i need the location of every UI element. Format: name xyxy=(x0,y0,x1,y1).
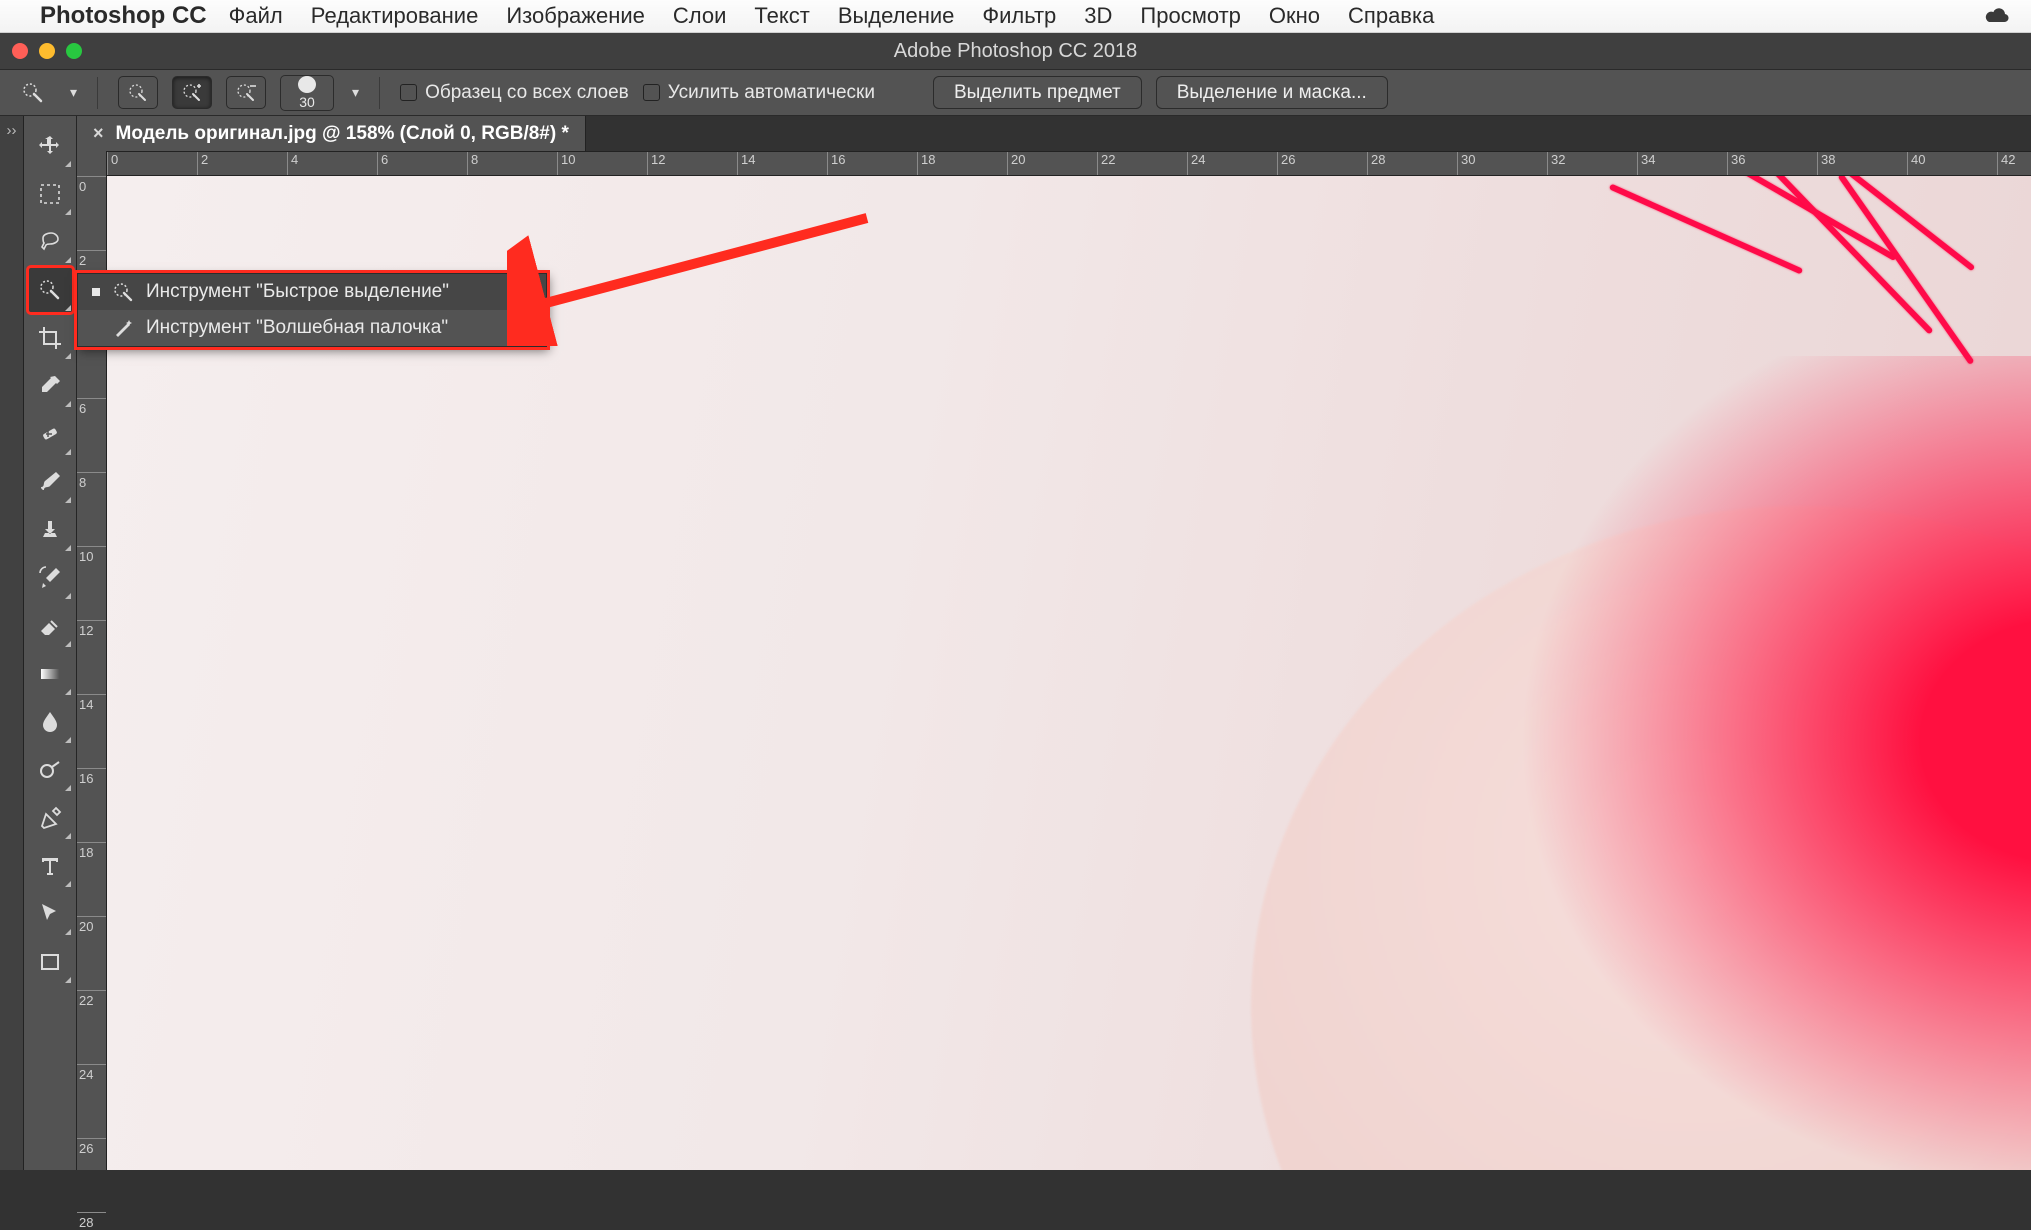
toolbox xyxy=(24,116,77,1170)
flyout-item-shortcut: W xyxy=(514,317,532,339)
app-name[interactable]: Photoshop CC xyxy=(40,2,207,30)
divider xyxy=(379,77,380,109)
healing-brush-tool[interactable] xyxy=(27,410,74,458)
quick-selection-tool[interactable] xyxy=(27,266,74,314)
checkbox-icon xyxy=(400,84,417,101)
document-tabs: × Модель оригинал.jpg @ 158% (Слой 0, RG… xyxy=(77,116,2031,151)
document-area: × Модель оригинал.jpg @ 158% (Слой 0, RG… xyxy=(77,116,2031,1170)
eraser-tool[interactable] xyxy=(27,602,74,650)
horizontal-ruler[interactable]: 024681012141618202224262830323436384042 xyxy=(107,151,2031,176)
flyout-item-quick-selection[interactable]: Инструмент "Быстрое выделение" W xyxy=(78,274,546,310)
menu-window[interactable]: Окно xyxy=(1269,3,1320,29)
window-minimize-button[interactable] xyxy=(39,43,55,59)
flyout-item-label: Инструмент "Волшебная палочка" xyxy=(146,317,448,339)
menu-edit[interactable]: Редактирование xyxy=(311,3,479,29)
menu-image[interactable]: Изображение xyxy=(506,3,645,29)
crop-tool[interactable] xyxy=(27,314,74,362)
blur-tool[interactable] xyxy=(27,698,74,746)
window-title: Adobe Photoshop CC 2018 xyxy=(894,40,1138,63)
pen-tool[interactable] xyxy=(27,794,74,842)
flyout-item-shortcut: W xyxy=(514,281,532,303)
auto-enhance-label: Усилить автоматически xyxy=(668,82,875,104)
eyedropper-tool[interactable] xyxy=(27,362,74,410)
collapsed-panel-tab[interactable]: ›› xyxy=(0,116,24,1170)
move-tool[interactable] xyxy=(27,122,74,170)
selection-new-button[interactable] xyxy=(118,76,158,109)
document-tab-title: Модель оригинал.jpg @ 158% (Слой 0, RGB/… xyxy=(116,123,569,145)
brush-preview-icon xyxy=(298,76,316,93)
sample-all-layers-label: Образец со всех слоев xyxy=(425,82,629,104)
mac-menubar: Photoshop CC Файл Редактирование Изображ… xyxy=(0,0,2031,33)
menu-view[interactable]: Просмотр xyxy=(1140,3,1240,29)
select-subject-button[interactable]: Выделить предмет xyxy=(933,76,1142,109)
rectangle-tool[interactable] xyxy=(27,938,74,986)
selection-subtract-button[interactable] xyxy=(226,76,266,109)
flyout-item-magic-wand[interactable]: Инструмент "Волшебная палочка" W xyxy=(78,310,546,346)
lasso-tool[interactable] xyxy=(27,218,74,266)
menu-type[interactable]: Текст xyxy=(754,3,809,29)
brush-dropdown-icon[interactable]: ▾ xyxy=(352,84,359,101)
clone-stamp-tool[interactable] xyxy=(27,506,74,554)
current-tool-preset[interactable] xyxy=(14,77,52,109)
window-titlebar: Adobe Photoshop CC 2018 xyxy=(0,33,2031,69)
tool-preset-dropdown-icon[interactable]: ▾ xyxy=(70,84,77,101)
auto-enhance-checkbox[interactable]: Усилить автоматически xyxy=(643,82,875,104)
gradient-tool[interactable] xyxy=(27,650,74,698)
brush-tool[interactable] xyxy=(27,458,74,506)
window-traffic-lights xyxy=(12,43,82,59)
menu-layers[interactable]: Слои xyxy=(673,3,727,29)
selected-indicator-icon xyxy=(92,288,100,296)
path-selection-tool[interactable] xyxy=(27,890,74,938)
menu-file[interactable]: Файл xyxy=(229,3,283,29)
window-zoom-button[interactable] xyxy=(66,43,82,59)
brush-preset-picker[interactable]: 30 xyxy=(280,75,334,111)
document-tab[interactable]: × Модель оригинал.jpg @ 158% (Слой 0, RG… xyxy=(77,116,586,151)
menu-select[interactable]: Выделение xyxy=(838,3,955,29)
cc-sync-icon[interactable] xyxy=(1983,5,2013,27)
window-close-button[interactable] xyxy=(12,43,28,59)
type-tool[interactable] xyxy=(27,842,74,890)
flyout-item-label: Инструмент "Быстрое выделение" xyxy=(146,281,449,303)
divider xyxy=(97,77,98,109)
select-and-mask-button[interactable]: Выделение и маска... xyxy=(1156,76,1388,109)
menu-filter[interactable]: Фильтр xyxy=(982,3,1056,29)
close-tab-icon[interactable]: × xyxy=(93,123,104,144)
options-bar: ▾ 30 ▾ Образец со всех слоев Усилить авт… xyxy=(0,69,2031,116)
workspace: ›› xyxy=(0,116,2031,1170)
selection-add-button[interactable] xyxy=(172,76,212,109)
marquee-tool[interactable] xyxy=(27,170,74,218)
menu-3d[interactable]: 3D xyxy=(1084,3,1112,29)
checkbox-icon xyxy=(643,84,660,101)
image-content xyxy=(1211,356,2031,1170)
brush-size-label: 30 xyxy=(299,94,315,110)
menu-help[interactable]: Справка xyxy=(1348,3,1434,29)
history-brush-tool[interactable] xyxy=(27,554,74,602)
sample-all-layers-checkbox[interactable]: Образец со всех слоев xyxy=(400,82,629,104)
tool-flyout-menu: Инструмент "Быстрое выделение" W Инструм… xyxy=(77,273,547,347)
dodge-tool[interactable] xyxy=(27,746,74,794)
